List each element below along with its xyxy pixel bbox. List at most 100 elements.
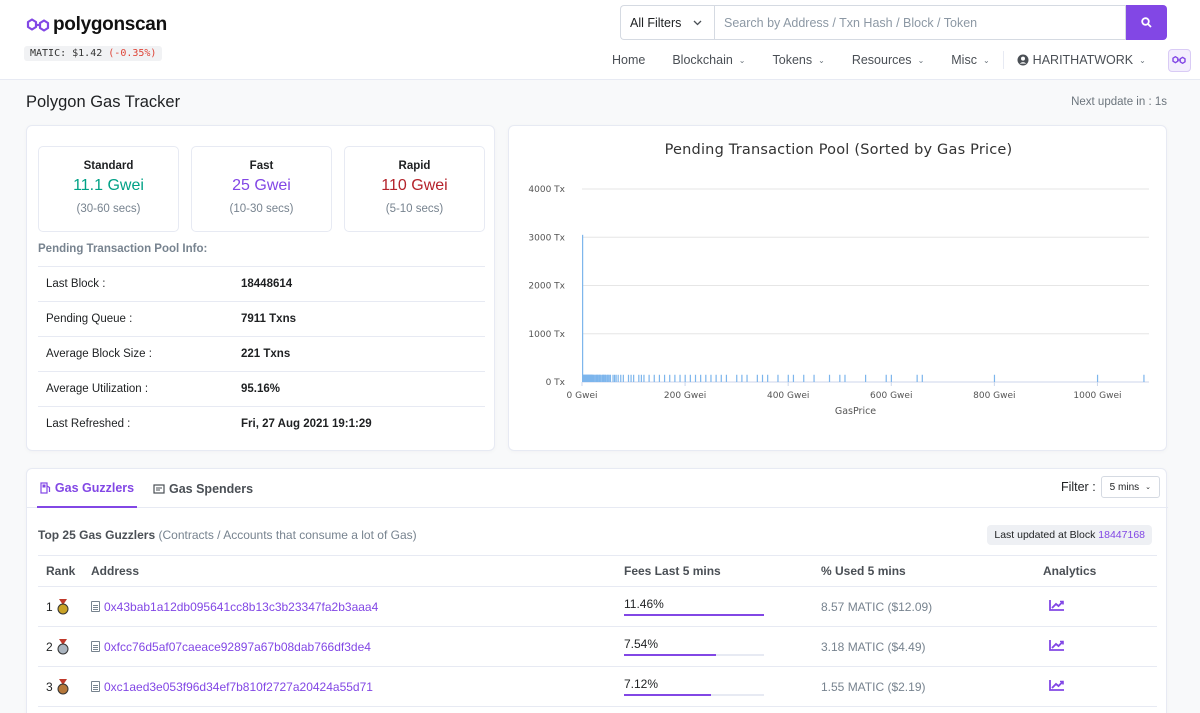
chevron-down-icon — [693, 20, 702, 25]
chart-bar — [669, 374, 671, 382]
tab-gas-spenders[interactable]: Gas Spenders — [153, 469, 253, 508]
chart-bar — [803, 374, 805, 382]
tab-gas-guzzlers[interactable]: Gas Guzzlers — [37, 469, 137, 508]
tab-bar: Gas Guzzlers Gas Spenders Filter : 5 min… — [27, 469, 1168, 508]
pending-pool-chart: 0 Tx 1000 Tx 2000 Tx 3000 Tx 4000 Tx 0 Gwei 20… — [528, 185, 1149, 417]
last-updated-badge: Last updated at Block 18447168 — [987, 525, 1152, 545]
contract-doc-icon — [91, 601, 100, 612]
col-used: % Used 5 mins — [821, 564, 906, 578]
chevron-down-icon: ⌄ — [738, 55, 746, 65]
rank-cell: 3 — [38, 678, 91, 695]
chart-bar — [705, 374, 707, 382]
chart-bar — [736, 374, 738, 382]
nav-tokens[interactable]: Tokens ⌄ — [773, 53, 825, 67]
chart-bar — [792, 374, 795, 382]
analytics-cell — [1043, 599, 1157, 614]
chart-bar — [653, 374, 655, 382]
table-header: Rank Address Fees Last 5 mins % Used 5 m… — [38, 555, 1157, 587]
analytics-chart-icon[interactable] — [1049, 679, 1065, 691]
chart-bar — [828, 374, 831, 382]
gas-standard-value: 11.1 Gwei — [73, 177, 144, 194]
time-filter: Filter : 5 mins ⌄ — [1061, 476, 1160, 498]
network-switch-button[interactable] — [1167, 48, 1191, 72]
search-filter-select[interactable]: All Filters — [620, 5, 714, 40]
pending-pool-chart-card: Pending Transaction Pool (Sorted by Gas … — [508, 125, 1167, 451]
chart-bar — [777, 374, 779, 382]
search-bar: All Filters — [620, 5, 1167, 40]
analytics-chart-icon[interactable] — [1049, 639, 1065, 651]
chart-bar — [844, 374, 846, 382]
fees-cell: 7.54% — [624, 637, 821, 656]
fees-progress-fill — [624, 694, 711, 696]
chart-bar — [658, 374, 661, 382]
chart-bar — [767, 374, 769, 382]
nav-divider — [1002, 51, 1004, 69]
pool-info-value: 221 Txns — [241, 348, 291, 360]
chart-bar — [921, 374, 923, 382]
search-input[interactable] — [714, 5, 1126, 40]
chart-bar — [756, 374, 758, 382]
nav-home[interactable]: Home — [612, 53, 645, 67]
address-link[interactable]: 0xfcc76d5af07caeace92897a67b08dab766df3d… — [104, 640, 371, 654]
chart-bar — [582, 234, 584, 382]
brand-name: polygonscan — [53, 14, 167, 35]
address-cell: 0x43bab1a12db095641cc8b13c3b23347fa2b3aa… — [91, 600, 624, 614]
chart-bar — [679, 374, 681, 382]
gas-rapid-box: Rapid 110 Gwei (5-10 secs) — [344, 146, 485, 232]
matic-price: MATIC: $1.42 — [30, 48, 103, 59]
nav-user-menu[interactable]: HARITHATWORK ⌄ — [1017, 53, 1146, 67]
nav-blockchain[interactable]: Blockchain ⌄ — [672, 53, 745, 67]
last-updated-block-link[interactable]: 18447168 — [1098, 529, 1145, 541]
chart-bar — [813, 374, 815, 382]
chart-x-tick-label: 0 Gwei — [567, 391, 598, 401]
chevron-down-icon: ⌄ — [982, 55, 990, 65]
analytics-chart-icon[interactable] — [1049, 599, 1065, 611]
chart-bar — [615, 374, 617, 382]
chart-bar — [612, 374, 614, 382]
matic-price-change: (-0.35%) — [108, 48, 157, 59]
chart-bar — [1096, 374, 1099, 382]
chart-x-tick-label: 1000 Gwei — [1073, 391, 1121, 401]
pool-info-value: 18448614 — [241, 278, 293, 290]
rank-number: 2 — [46, 639, 53, 654]
address-cell: 0xc1aed3e053f96d34ef7b810f2727a20424a55d… — [91, 680, 624, 694]
pool-info-row: Pending Queue : 7911 Txns — [38, 301, 485, 336]
fees-cell: 7.12% — [624, 677, 821, 696]
address-link[interactable]: 0x43bab1a12db095641cc8b13c3b23347fa2b3aa… — [104, 600, 378, 614]
gas-rapid-time: (5-10 secs) — [385, 203, 444, 215]
nav-home-label: Home — [612, 53, 646, 67]
pool-info-key: Last Block : — [46, 278, 106, 290]
chart-y-tick-label: 0 Tx — [546, 378, 566, 388]
chart-bar — [715, 374, 717, 382]
chart-bar — [710, 374, 712, 382]
nav-misc[interactable]: Misc ⌄ — [951, 53, 989, 67]
pool-info-value: Fri, 27 Aug 2021 19:1:29 — [241, 418, 372, 430]
fees-value: 7.54% — [624, 637, 659, 651]
chart-y-tick-label: 1000 Tx — [528, 330, 565, 340]
chart-bar — [741, 374, 743, 382]
pool-info-value: 7911 Txns — [241, 313, 296, 325]
pool-info-key: Average Block Size : — [46, 348, 152, 360]
gas-standard-title: Standard — [83, 160, 134, 172]
time-filter-select[interactable]: 5 mins ⌄ — [1100, 476, 1160, 498]
nav-resources[interactable]: Resources ⌄ — [852, 53, 924, 67]
fees-progress-fill — [624, 654, 717, 656]
pool-info-row: Average Block Size : 221 Txns — [38, 336, 485, 371]
chart-bar — [648, 374, 650, 382]
table-row: 3 0xc1aed3e053f96d34ef7b810f2727a20424a55… — [38, 667, 1157, 707]
logo[interactable]: polygonscan — [26, 14, 167, 36]
used-cell: 8.57 MATIC ($12.09) — [821, 599, 933, 614]
chevron-down-icon: ⌄ — [1139, 55, 1146, 65]
chevron-down-icon: ⌄ — [1145, 484, 1151, 491]
search-button[interactable] — [1126, 5, 1167, 40]
address-link[interactable]: 0xc1aed3e053f96d34ef7b810f2727a20424a55d… — [104, 680, 373, 694]
chart-bar — [643, 374, 645, 382]
pool-info-value: 95.16% — [241, 383, 281, 395]
chart-bar — [689, 374, 691, 382]
chart-x-tick-label: 600 Gwei — [870, 391, 912, 401]
used-cell: 3.18 MATIC ($4.49) — [821, 639, 926, 654]
col-analytics: Analytics — [1043, 564, 1097, 578]
pool-info-row: Last Block : 18448614 — [38, 266, 485, 301]
contract-doc-icon — [91, 681, 100, 692]
fees-cell: 11.46% — [624, 597, 821, 616]
